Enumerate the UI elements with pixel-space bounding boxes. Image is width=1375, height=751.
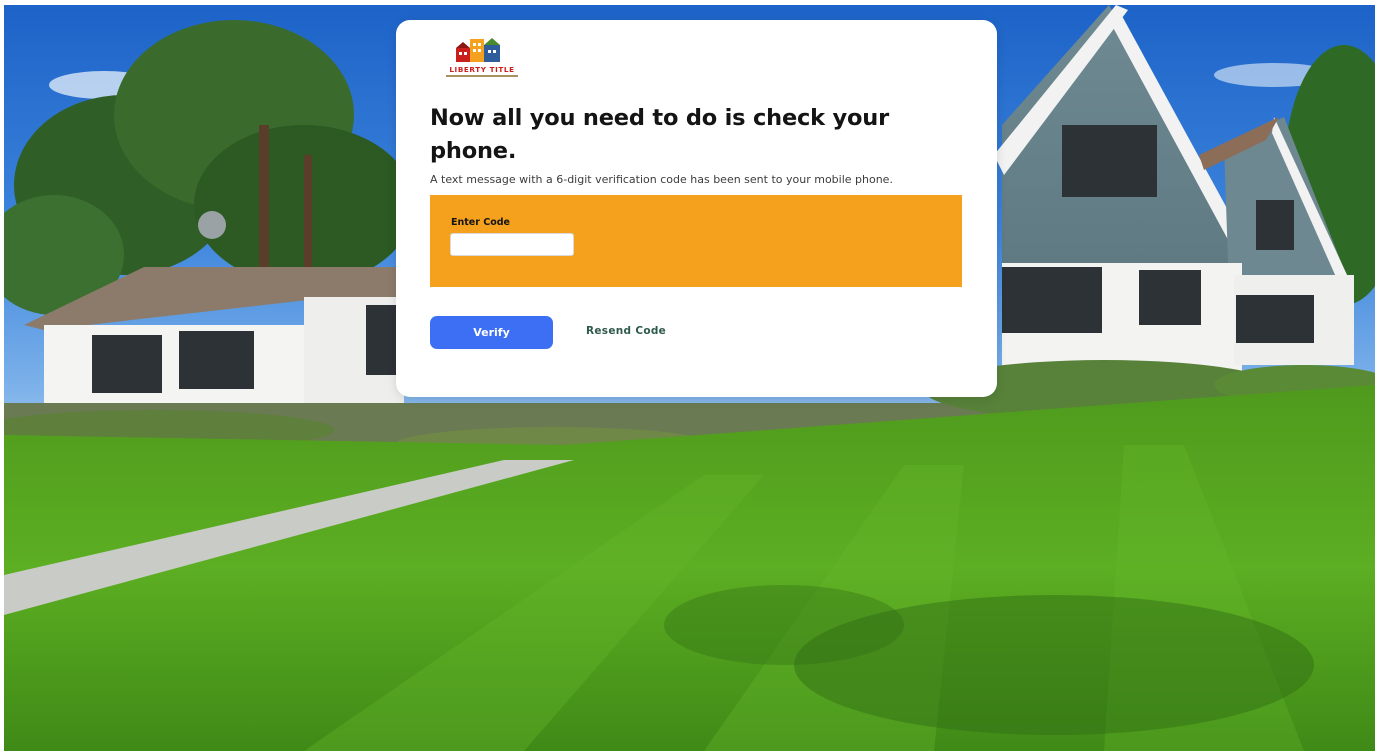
liberty-title-logo: LIBERTY TITLE bbox=[442, 36, 522, 82]
code-label: Enter Code bbox=[451, 217, 510, 228]
building-logo-icon bbox=[456, 38, 500, 62]
logo-tagline-rule bbox=[446, 75, 518, 77]
logo-wordmark: LIBERTY TITLE bbox=[449, 65, 515, 74]
code-entry-panel: Enter Code bbox=[430, 195, 962, 287]
verify-button[interactable]: Verify bbox=[430, 316, 553, 349]
page-title: Now all you need to do is check your pho… bbox=[430, 105, 889, 164]
instruction-text: A text message with a 6-digit verificati… bbox=[430, 173, 893, 186]
verification-code-input[interactable] bbox=[450, 233, 574, 256]
resend-code-link[interactable]: Resend Code bbox=[586, 325, 666, 337]
verification-card: LIBERTY TITLE Now all you need to do is … bbox=[396, 20, 997, 397]
